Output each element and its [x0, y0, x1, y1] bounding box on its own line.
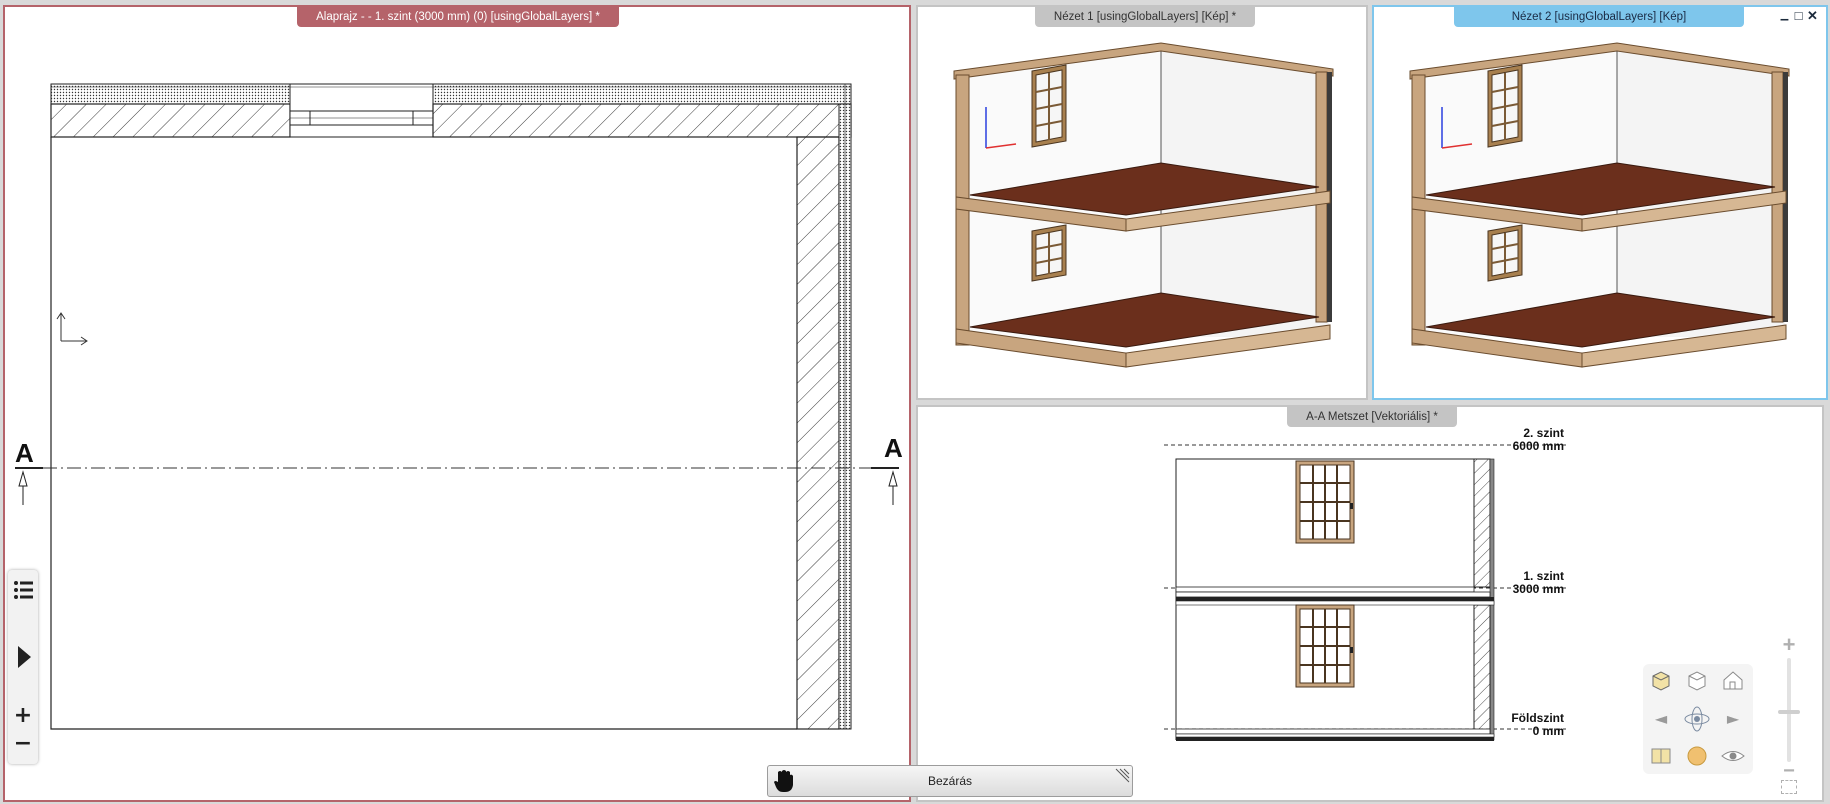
zoom-out-button[interactable]: − — [8, 732, 38, 756]
close-bar[interactable]: Bezárás — [767, 765, 1133, 797]
left-toolbar: + − — [8, 570, 38, 764]
eye-icon[interactable] — [1719, 744, 1747, 768]
minimize-icon[interactable]: ▁ — [1778, 9, 1791, 23]
view1-panel[interactable]: Nézet 1 [usingGlobalLayers] [Kép] * — [916, 5, 1368, 400]
section-floor-1 — [1175, 586, 1495, 606]
resize-grip-icon[interactable] — [1115, 768, 1130, 783]
zoom-plus-icon[interactable]: + — [1778, 634, 1800, 656]
section-marker-left-arrow — [15, 467, 43, 505]
level-label-2-name: 2. szint — [1523, 426, 1564, 440]
window-upper — [1031, 64, 1067, 148]
floor-plan-panel[interactable]: A A Alaprajz - - 1. szint (3000 mm) (0) … — [3, 5, 911, 802]
section-window-upper — [1295, 460, 1355, 544]
maximize-icon[interactable]: □ — [1792, 9, 1805, 23]
wall-top-left — [50, 83, 291, 138]
arrow-right-icon[interactable]: ► — [1719, 707, 1747, 731]
level-label-0-elevation: 0 mm — [1533, 724, 1564, 738]
section-tab[interactable]: A-A Metszet [Vektoriális] * — [1287, 407, 1457, 427]
zoom-minus-icon[interactable]: − — [1778, 761, 1800, 781]
arrow-left-icon[interactable]: ◄ — [1647, 707, 1675, 731]
view-3d-cube-icon[interactable] — [1647, 668, 1675, 692]
list-icon[interactable] — [8, 576, 38, 604]
level-label-2-elevation: 6000 mm — [1513, 439, 1564, 453]
view1-3d-render[interactable] — [918, 7, 1366, 398]
section-marker-right-arrow — [871, 467, 899, 505]
sun-icon[interactable] — [1683, 744, 1711, 768]
wall-top-right — [432, 83, 852, 138]
window-lower — [1031, 224, 1067, 282]
zoom-slider[interactable]: + − — [1778, 634, 1800, 796]
window-lower — [1487, 224, 1523, 282]
level-label-1-name: 1. szint — [1523, 569, 1564, 583]
close-button-label[interactable]: Bezárás — [768, 766, 1132, 796]
fit-view-icon[interactable] — [1781, 780, 1797, 794]
plan-view-icon[interactable] — [1647, 744, 1675, 768]
section-marker-right: A — [884, 433, 903, 463]
view-wireframe-cube-icon[interactable] — [1683, 668, 1711, 692]
house-icon[interactable] — [1719, 668, 1747, 692]
level-label-1-elevation: 3000 mm — [1513, 582, 1564, 596]
window-upper — [1487, 64, 1523, 148]
close-icon[interactable]: ✕ — [1806, 9, 1819, 23]
origin-axes — [56, 312, 88, 346]
navigation-cube[interactable]: ◄ ► — [1643, 664, 1753, 774]
orbit-icon[interactable] — [1683, 704, 1711, 734]
room-outline — [50, 137, 797, 730]
level-label-0-name: Földszint — [1511, 711, 1564, 725]
house-model — [1409, 42, 1790, 368]
play-icon[interactable] — [8, 642, 38, 672]
view2-tab[interactable]: Nézet 2 [usingGlobalLayers] [Kép] — [1454, 7, 1744, 27]
zoom-thumb[interactable] — [1778, 710, 1800, 714]
zoom-in-button[interactable]: + — [8, 704, 38, 728]
house-model — [953, 42, 1334, 368]
section-floor-0 — [1175, 728, 1495, 741]
wall-right — [796, 84, 852, 730]
section-marker-left: A — [15, 438, 34, 468]
floor-plan-drawing[interactable]: A A — [5, 7, 909, 800]
view1-tab[interactable]: Nézet 1 [usingGlobalLayers] [Kép] * — [1035, 7, 1255, 27]
floor-plan-tab[interactable]: Alaprajz - - 1. szint (3000 mm) (0) [usi… — [297, 7, 619, 27]
window-opening-plan — [289, 83, 434, 138]
section-window-lower — [1295, 604, 1355, 688]
view2-panel[interactable]: Nézet 2 [usingGlobalLayers] [Kép] ▁ □ ✕ — [1372, 5, 1828, 400]
view2-3d-render[interactable] — [1374, 7, 1826, 398]
